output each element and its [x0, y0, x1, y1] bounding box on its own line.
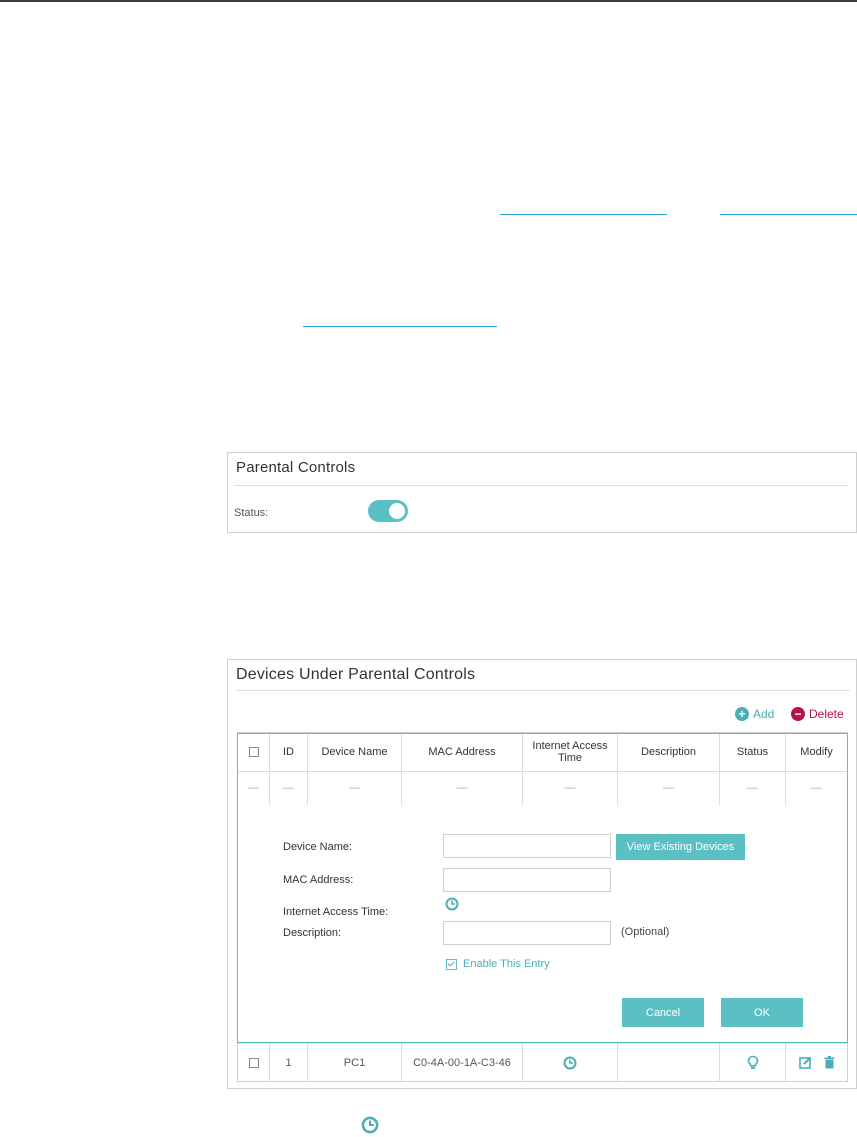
clock-icon[interactable]	[445, 897, 459, 911]
row-modify	[786, 1044, 847, 1081]
row-internet-access-time[interactable]	[523, 1044, 618, 1081]
device-name-label: Device Name:	[283, 841, 353, 853]
edit-icon[interactable]	[798, 1056, 812, 1069]
add-label: Add	[753, 707, 775, 721]
device-name-input[interactable]	[443, 834, 611, 858]
status-label: Status:	[234, 507, 269, 519]
delete-button[interactable]: − Delete	[791, 707, 844, 721]
status-toggle[interactable]	[368, 500, 408, 522]
internet-access-time-label: Internet Access Time:	[283, 906, 389, 918]
top-rule	[0, 0, 857, 2]
row-select[interactable]	[238, 1044, 270, 1081]
enable-entry-checkbox[interactable]: Enable This Entry	[446, 958, 550, 970]
ok-button[interactable]: OK	[721, 998, 803, 1027]
plus-circle-icon: +	[735, 707, 749, 721]
row-mac-address: C0-4A-00-1A-C3-46	[402, 1044, 523, 1081]
row-id: 1	[270, 1044, 308, 1081]
minus-circle-icon: −	[791, 707, 805, 721]
enable-entry-label: Enable This Entry	[463, 958, 550, 970]
lightbulb-icon[interactable]	[747, 1055, 759, 1071]
row-checkbox[interactable]	[248, 1057, 259, 1068]
parental-controls-panel: Parental Controls Status:	[227, 452, 857, 533]
enable-entry-check[interactable]	[446, 958, 457, 970]
entry-editor: Device Name: View Existing Devices MAC A…	[237, 733, 848, 1043]
row-device-name: PC1	[308, 1044, 402, 1081]
toggle-knob	[389, 503, 405, 519]
description-input[interactable]	[443, 921, 611, 945]
clock-icon[interactable]	[563, 1056, 577, 1070]
panel-title: Devices Under Parental Controls	[236, 666, 476, 683]
link-underline-1[interactable]	[500, 214, 667, 215]
view-existing-devices-button[interactable]: View Existing Devices	[616, 834, 745, 860]
link-underline-2[interactable]	[720, 214, 857, 215]
trash-icon[interactable]	[824, 1056, 835, 1069]
row-status[interactable]	[720, 1044, 786, 1081]
link-underline-3[interactable]	[303, 326, 497, 327]
cancel-button[interactable]: Cancel	[622, 998, 704, 1027]
mac-address-label: MAC Address:	[283, 874, 354, 886]
panel-title: Parental Controls	[236, 459, 356, 476]
panel-divider	[234, 485, 848, 486]
mac-address-input[interactable]	[443, 868, 611, 892]
devices-table: ID Device Name MAC Address Internet Acce…	[237, 732, 848, 1082]
panel-divider	[236, 690, 850, 691]
row-description	[618, 1044, 720, 1081]
devices-panel: Devices Under Parental Controls + Add − …	[227, 659, 857, 1089]
optional-hint: (Optional)	[621, 926, 670, 938]
delete-label: Delete	[809, 707, 844, 721]
add-button[interactable]: + Add	[735, 707, 774, 721]
description-label: Description:	[283, 927, 342, 939]
clock-icon	[361, 1116, 379, 1134]
